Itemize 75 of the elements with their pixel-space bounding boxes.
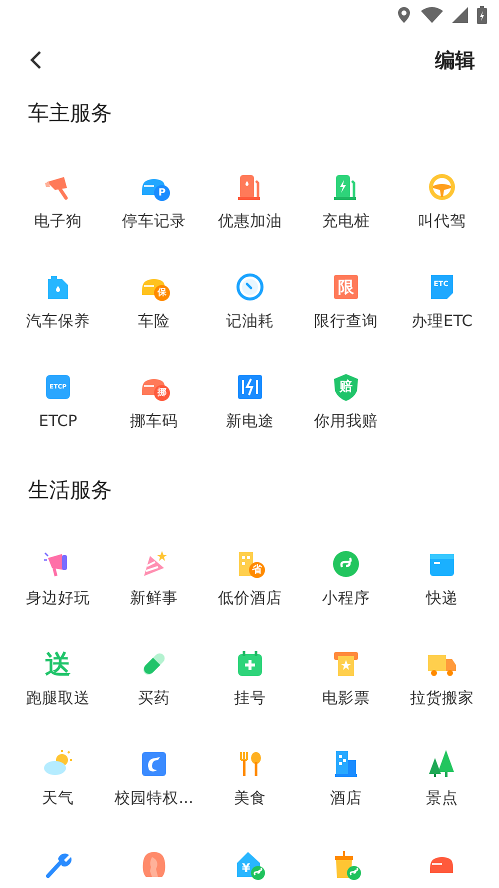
- item-label: 电子狗: [34, 211, 82, 231]
- section-title: 车主服务: [27, 100, 113, 126]
- item-label: 美食: [234, 788, 266, 808]
- service-item[interactable]: 校园特权...: [106, 722, 202, 822]
- back-icon: [30, 50, 42, 70]
- steering-wheel-icon: [426, 171, 458, 203]
- item-label: 买药: [138, 688, 170, 708]
- icon-badge-text: 赔: [340, 380, 352, 394]
- service-item[interactable]: 叫代驾: [394, 145, 490, 245]
- icon-badge-text: 挪: [158, 388, 166, 398]
- item-label: 车险: [138, 311, 170, 331]
- icon-badge-text: 限: [338, 278, 354, 296]
- gauge-icon: [234, 271, 266, 303]
- service-item[interactable]: 酒店: [298, 722, 394, 822]
- icon-badge-text: 保: [158, 288, 166, 298]
- service-item[interactable]: 优惠加油: [202, 145, 298, 245]
- item-label: 挂号: [234, 688, 266, 708]
- item-label: 你用我赔: [314, 411, 378, 431]
- icon-badge-text: P: [158, 188, 166, 198]
- location-icon: [396, 6, 412, 24]
- service-item[interactable]: 保 车险: [106, 245, 202, 345]
- section-title: 生活服务: [27, 476, 113, 504]
- wifi-icon: [421, 7, 443, 23]
- service-item[interactable]: 记油耗: [202, 245, 298, 345]
- service-item[interactable]: 汽车保养: [10, 245, 106, 345]
- item-label: ETCP: [38, 411, 78, 431]
- icon-badge-text: ¥: [242, 861, 250, 875]
- item-label: 酒店: [330, 788, 362, 808]
- service-item[interactable]: 新电途: [202, 345, 298, 445]
- item-label: 挪车码: [130, 411, 178, 431]
- item-label: 停车记录: [122, 211, 186, 231]
- item-label: 限行查询: [314, 311, 378, 331]
- item-label: 小程序: [322, 588, 370, 608]
- item-label: 汽车保养: [26, 311, 90, 331]
- item-label: 记油耗: [226, 311, 274, 331]
- item-label: 校园特权...: [114, 788, 194, 808]
- item-label: 跑腿取送: [26, 688, 90, 708]
- service-item[interactable]: 省 低价酒店: [202, 522, 298, 622]
- item-label: 电影票: [322, 688, 370, 708]
- service-item[interactable]: 美食: [202, 722, 298, 822]
- service-item[interactable]: 快递: [394, 522, 490, 622]
- service-item[interactable]: 充电桩: [298, 145, 394, 245]
- battery-icon: [477, 6, 487, 24]
- service-item[interactable]: 挂号: [202, 622, 298, 722]
- item-label: 新鲜事: [130, 588, 178, 608]
- item-label: 快递: [426, 588, 458, 608]
- item-label: 办理ETC: [411, 311, 473, 331]
- item-label: 叫代驾: [418, 211, 466, 231]
- service-item[interactable]: 景点: [394, 722, 490, 822]
- icon-badge-text: 省: [252, 564, 262, 576]
- item-label: 身边好玩: [26, 588, 90, 608]
- service-item[interactable]: 新鲜事: [106, 522, 202, 622]
- service-item[interactable]: 买药: [106, 622, 202, 722]
- signal-icon: [452, 7, 468, 23]
- item-label: 拉货搬家: [410, 688, 474, 708]
- edit-button[interactable]: 编辑: [431, 42, 479, 78]
- service-item[interactable]: 限 限行查询: [298, 245, 394, 345]
- service-item[interactable]: 送 跑腿取送: [10, 622, 106, 722]
- service-item[interactable]: 电影票: [298, 622, 394, 722]
- service-item[interactable]: 小程序: [298, 522, 394, 622]
- service-item[interactable]: 天气: [10, 722, 106, 822]
- service-item[interactable]: P 停车记录: [106, 145, 202, 245]
- item-label: 优惠加油: [218, 211, 282, 231]
- service-item[interactable]: 电子狗: [10, 145, 106, 245]
- item-label: 新电途: [226, 411, 274, 431]
- glyph-icon: 送: [45, 650, 71, 680]
- item-label: 天气: [42, 788, 74, 808]
- service-item[interactable]: 身边好玩: [10, 522, 106, 622]
- mini-program-icon: [330, 548, 362, 580]
- service-item[interactable]: 赔 你用我赔: [298, 345, 394, 445]
- item-label: 景点: [426, 788, 458, 808]
- service-item[interactable]: 挪 挪车码: [106, 345, 202, 445]
- service-item[interactable]: 拉货搬家: [394, 622, 490, 722]
- item-label: 低价酒店: [218, 588, 282, 608]
- item-label: 充电桩: [322, 211, 370, 231]
